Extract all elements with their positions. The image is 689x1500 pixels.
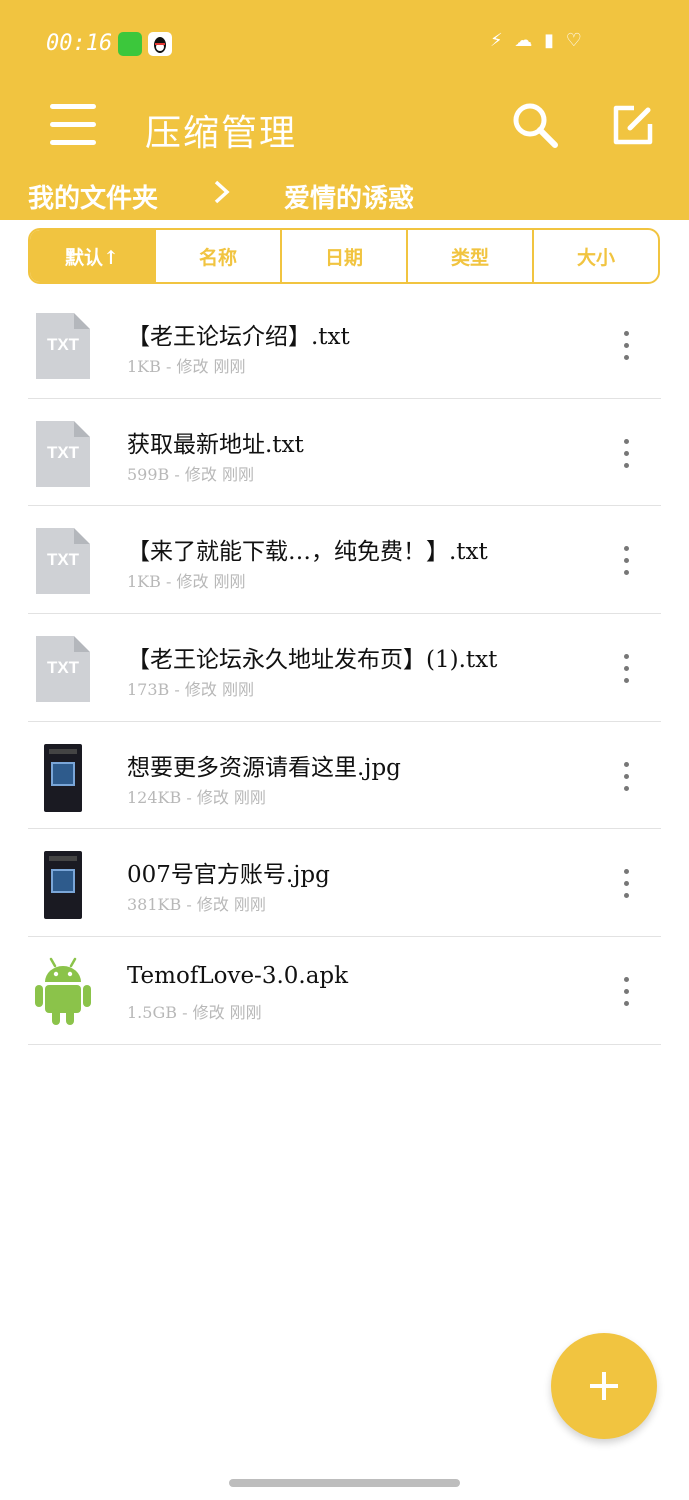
- more-vert-icon[interactable]: [618, 331, 634, 363]
- more-vert-icon[interactable]: [618, 438, 634, 471]
- sort-bar: 默认↑ 名称 日期 类型 大小: [28, 228, 660, 284]
- file-list: TXT 【老王论坛介绍】.txt 1KB - 修改 刚刚 TXT 获取最新地址.…: [28, 291, 661, 1045]
- sort-tab-default[interactable]: 默认↑: [30, 230, 154, 282]
- file-row[interactable]: 007号官方账号.jpg 381KB - 修改 刚刚: [28, 829, 661, 938]
- image-thumbnail: [36, 743, 90, 812]
- file-name: 【老王论坛介绍】.txt: [127, 324, 350, 350]
- image-thumbnail: [36, 851, 90, 920]
- sort-tab-type[interactable]: 类型: [406, 230, 532, 282]
- file-meta: 124KB - 修改 刚刚: [127, 787, 266, 807]
- menu-icon: [50, 104, 96, 109]
- txt-file-icon: TXT: [36, 636, 90, 703]
- more-vert-icon[interactable]: [618, 977, 634, 1009]
- file-name: 获取最新地址.txt: [127, 431, 304, 458]
- wechat-notification-icon: [118, 32, 142, 56]
- page-title: 压缩管理: [145, 113, 298, 154]
- file-row[interactable]: TemofLove-3.0.apk 1.5GB - 修改 刚刚: [28, 937, 661, 1045]
- sort-tab-date[interactable]: 日期: [280, 230, 406, 282]
- qq-notification-icon: [148, 32, 172, 56]
- file-meta: 599B - 修改 刚刚: [127, 464, 254, 484]
- status-indicators: ⚡ ☁ ▮ ♡: [490, 30, 585, 51]
- menu-button[interactable]: [50, 102, 96, 146]
- file-row[interactable]: TXT 获取最新地址.txt 599B - 修改 刚刚: [28, 399, 661, 507]
- search-icon: [513, 103, 558, 148]
- file-name: 想要更多资源请看这里.jpg: [127, 754, 401, 781]
- file-meta: 1KB - 修改 刚刚: [127, 572, 246, 592]
- file-row[interactable]: TXT 【来了就能下载…，纯免费！】.txt 1KB - 修改 刚刚: [28, 506, 661, 615]
- breadcrumb-current: 爱情的诱惑: [284, 184, 415, 214]
- more-vert-icon[interactable]: [618, 654, 634, 686]
- txt-file-icon: TXT: [36, 528, 90, 595]
- file-name: 【来了就能下载…，纯免费！】.txt: [127, 539, 488, 566]
- more-vert-icon[interactable]: [618, 761, 634, 794]
- txt-file-icon: TXT: [36, 313, 90, 379]
- chevron-right-icon: [214, 180, 230, 204]
- file-row[interactable]: 想要更多资源请看这里.jpg 124KB - 修改 刚刚: [28, 722, 661, 830]
- sort-tab-size[interactable]: 大小: [532, 230, 658, 282]
- status-time: 00:16: [46, 31, 113, 56]
- app-bar: 00:16 ⚡ ☁ ▮ ♡ 压缩管理 我的文件夹 爱情的诱惑: [0, 0, 689, 220]
- file-name: TemofLove-3.0.apk: [127, 963, 349, 990]
- file-meta: 173B - 修改 刚刚: [127, 680, 254, 700]
- file-name: 【老王论坛永久地址发布页】(1).txt: [127, 647, 498, 674]
- edit-button[interactable]: [608, 100, 658, 150]
- file-name: 007号官方账号.jpg: [127, 862, 330, 889]
- edit-icon: [613, 105, 653, 145]
- txt-file-icon: TXT: [36, 420, 90, 487]
- file-meta: 381KB - 修改 刚刚: [127, 895, 266, 915]
- breadcrumb-root[interactable]: 我的文件夹: [28, 178, 158, 215]
- sort-tab-name[interactable]: 名称: [154, 230, 280, 282]
- file-row[interactable]: TXT 【老王论坛介绍】.txt 1KB - 修改 刚刚: [28, 291, 661, 399]
- more-vert-icon[interactable]: [618, 869, 634, 901]
- add-button[interactable]: [551, 1333, 657, 1439]
- file-meta: 1.5GB - 修改 刚刚: [127, 1003, 262, 1023]
- home-indicator[interactable]: [229, 1479, 460, 1487]
- search-button[interactable]: [510, 100, 560, 150]
- android-icon: [35, 957, 91, 1026]
- file-row[interactable]: TXT 【老王论坛永久地址发布页】(1).txt 173B - 修改 刚刚: [28, 614, 661, 722]
- file-meta: 1KB - 修改 刚刚: [127, 357, 246, 376]
- more-vert-icon[interactable]: [618, 546, 634, 578]
